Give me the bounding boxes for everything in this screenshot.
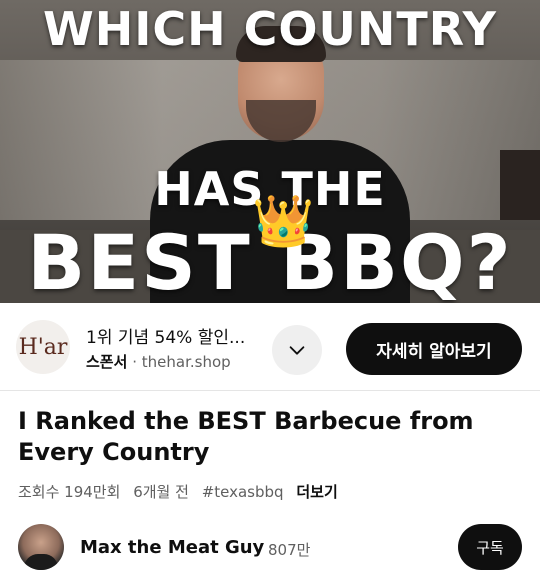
upload-age: 6개월 전 <box>133 483 189 501</box>
sponsor-subline: 스폰서 · thehar.shop <box>86 351 231 372</box>
channel-row[interactable]: Max the Meat Guy 807만 구독 <box>0 520 540 576</box>
channel-name[interactable]: Max the Meat Guy <box>80 537 264 558</box>
sponsor-domain: thehar.shop <box>141 353 231 371</box>
more-button[interactable]: 더보기 <box>296 483 337 501</box>
video-title[interactable]: I Ranked the BEST Barbecue from Every Co… <box>18 406 528 468</box>
subscribe-button[interactable]: 구독 <box>458 524 522 570</box>
video-meta[interactable]: 조회수 194만회 6개월 전 #texasbbq 더보기 <box>18 481 346 502</box>
sponsor-logo[interactable]: H'ar <box>16 320 70 374</box>
crown-icon: 👑 <box>252 192 315 250</box>
thumbnail-title-line1: WHICH COUNTRY <box>43 2 497 56</box>
sponsor-banner[interactable]: H'ar 1위 기념 54% 할인... 스폰서 · thehar.shop 자… <box>0 303 540 391</box>
avatar[interactable] <box>18 524 64 570</box>
video-thumbnail[interactable]: WHICH COUNTRY HAS THE BEST BBQ? 👑 <box>0 0 540 303</box>
chevron-down-icon <box>289 346 305 355</box>
avatar-shirt <box>24 554 58 570</box>
sponsor-separator: · <box>132 353 137 371</box>
sponsor-title[interactable]: 1위 기념 54% 할인... <box>86 323 245 348</box>
sponsor-label: 스폰서 <box>86 353 128 371</box>
subscriber-count: 807만 <box>268 541 311 559</box>
learn-more-button[interactable]: 자세히 알아보기 <box>346 323 522 375</box>
hashtag-link[interactable]: #texasbbq <box>202 483 284 501</box>
sponsor-expand-button[interactable] <box>272 325 322 375</box>
view-count: 조회수 194만회 <box>18 483 121 501</box>
